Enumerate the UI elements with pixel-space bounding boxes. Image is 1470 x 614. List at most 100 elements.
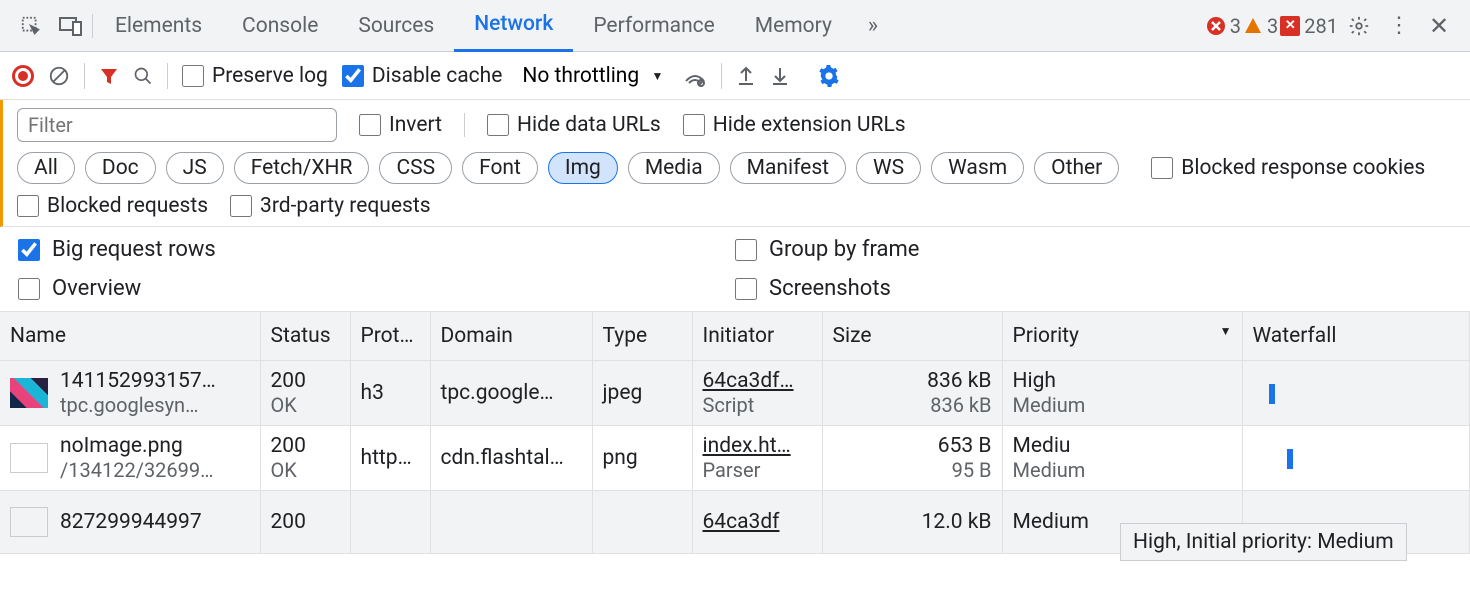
tab-sources[interactable]: Sources (338, 0, 454, 52)
column-prot[interactable]: Prot… (350, 312, 430, 360)
priority: High (1013, 369, 1056, 393)
search-icon[interactable] (133, 66, 153, 86)
protocol: http… (350, 425, 430, 490)
close-icon[interactable]: ✕ (1420, 7, 1458, 45)
initiator-link[interactable]: 64ca3df (703, 510, 780, 534)
priority: Medium (1013, 510, 1089, 534)
priority: Mediu (1013, 434, 1071, 458)
initiator-type: Script (703, 393, 812, 417)
column-name[interactable]: Name (0, 312, 260, 360)
type-chip-js[interactable]: JS (166, 152, 224, 184)
initiator-link[interactable]: index.ht… (703, 434, 791, 458)
network-conditions-icon[interactable] (683, 65, 707, 87)
protocol (350, 490, 430, 553)
tab-network[interactable]: Network (454, 0, 573, 52)
column-domain[interactable]: Domain (430, 312, 592, 360)
issues-badge[interactable]: ✕ 281 (1280, 14, 1338, 38)
priority-tooltip: High, Initial priority: Medium (1120, 523, 1407, 561)
column-type[interactable]: Type (592, 312, 692, 360)
transfer-size: 836 kB (927, 369, 991, 393)
request-thumbnail (10, 378, 48, 408)
blocked-requests-checkbox[interactable]: Blocked requests (17, 194, 208, 218)
hide-extension-urls-checkbox[interactable]: Hide extension URLs (683, 113, 906, 137)
big-rows-checkbox[interactable]: Big request rows (18, 237, 735, 262)
type-chip-font[interactable]: Font (462, 152, 538, 184)
column-waterfall[interactable]: Waterfall (1242, 312, 1470, 360)
type-chip-img[interactable]: Img (548, 152, 618, 184)
waterfall-cell (1253, 435, 1460, 481)
type-chip-all[interactable]: All (17, 152, 75, 184)
invert-checkbox[interactable]: Invert (359, 113, 442, 137)
request-name: 141152993157… (60, 369, 216, 393)
type: png (592, 425, 692, 490)
resource-size: 836 kB (833, 393, 992, 417)
type (592, 490, 692, 553)
inspect-icon[interactable] (12, 7, 50, 45)
download-har-icon[interactable] (770, 65, 790, 87)
status-code: 200 (271, 434, 306, 458)
tab-elements[interactable]: Elements (95, 0, 222, 52)
domain: tpc.google… (430, 360, 592, 425)
resource-size: 95 B (833, 458, 992, 482)
error-badge[interactable]: 3 (1206, 14, 1241, 38)
filter-input[interactable] (17, 108, 337, 142)
hide-data-urls-checkbox[interactable]: Hide data URLs (487, 113, 661, 137)
type-chip-ws[interactable]: WS (856, 152, 921, 184)
table-row[interactable]: 141152993157…tpc.googlesyn…200OKh3tpc.go… (0, 360, 1470, 425)
status-text: OK (271, 458, 340, 482)
devtools-tabbar: ElementsConsoleSourcesNetworkPerformance… (0, 0, 1470, 52)
initial-priority: Medium (1013, 458, 1232, 482)
type-chip-media[interactable]: Media (628, 152, 720, 184)
request-name: 827299944997 (60, 510, 202, 534)
type: jpeg (592, 360, 692, 425)
filter-toggle-icon[interactable] (99, 66, 119, 86)
record-button[interactable] (12, 65, 34, 87)
protocol: h3 (350, 360, 430, 425)
request-thumbnail (10, 507, 48, 537)
clear-icon[interactable] (48, 65, 70, 87)
column-size[interactable]: Size (822, 312, 1002, 360)
tab-performance[interactable]: Performance (573, 0, 734, 52)
request-table: NameStatusProt…DomainTypeInitiatorSizePr… (0, 312, 1470, 554)
disable-cache-checkbox[interactable]: Disable cache (342, 64, 503, 88)
kebab-menu-icon[interactable]: ⋮ (1380, 7, 1418, 45)
status-code: 200 (271, 510, 306, 534)
request-path: /134122/32699… (60, 458, 214, 482)
preserve-log-checkbox[interactable]: Preserve log (182, 64, 328, 88)
type-chip-doc[interactable]: Doc (85, 152, 156, 184)
third-party-checkbox[interactable]: 3rd-party requests (230, 194, 430, 218)
upload-har-icon[interactable] (736, 65, 756, 87)
network-toolbar: Preserve log Disable cache No throttling (0, 52, 1470, 100)
options-bar: Big request rows Overview Group by frame… (0, 227, 1470, 312)
type-chip-css[interactable]: CSS (379, 152, 452, 184)
table-row[interactable]: noImage.png/134122/32699…200OKhttp…cdn.f… (0, 425, 1470, 490)
more-tabs-icon[interactable]: » (854, 7, 892, 45)
blocked-cookies-checkbox[interactable]: Blocked response cookies (1151, 156, 1425, 180)
type-chip-fetch-xhr[interactable]: Fetch/XHR (234, 152, 370, 184)
type-chip-other[interactable]: Other (1034, 152, 1119, 184)
device-toggle-icon[interactable] (52, 7, 90, 45)
domain: cdn.flashtal… (430, 425, 592, 490)
column-status[interactable]: Status (260, 312, 350, 360)
initial-priority: Medium (1013, 393, 1232, 417)
throttling-select[interactable]: No throttling (516, 60, 669, 92)
initiator-link[interactable]: 64ca3df… (703, 369, 794, 393)
domain (430, 490, 592, 553)
transfer-size: 12.0 kB (922, 510, 992, 534)
column-initiator[interactable]: Initiator (692, 312, 822, 360)
tab-memory[interactable]: Memory (735, 0, 852, 52)
status-code: 200 (271, 369, 306, 393)
settings-icon[interactable] (1340, 7, 1378, 45)
type-chip-wasm[interactable]: Wasm (931, 152, 1024, 184)
network-settings-icon[interactable] (818, 65, 840, 87)
type-chip-manifest[interactable]: Manifest (730, 152, 846, 184)
tab-console[interactable]: Console (222, 0, 338, 52)
warning-badge[interactable]: 3 (1243, 14, 1278, 38)
overview-checkbox[interactable]: Overview (18, 276, 735, 301)
screenshots-checkbox[interactable]: Screenshots (735, 276, 1452, 301)
column-priority[interactable]: Priority▼ (1002, 312, 1242, 360)
waterfall-cell (1253, 370, 1460, 416)
group-by-frame-checkbox[interactable]: Group by frame (735, 237, 1452, 262)
request-thumbnail (10, 443, 48, 473)
request-path: tpc.googlesyn… (60, 393, 216, 417)
